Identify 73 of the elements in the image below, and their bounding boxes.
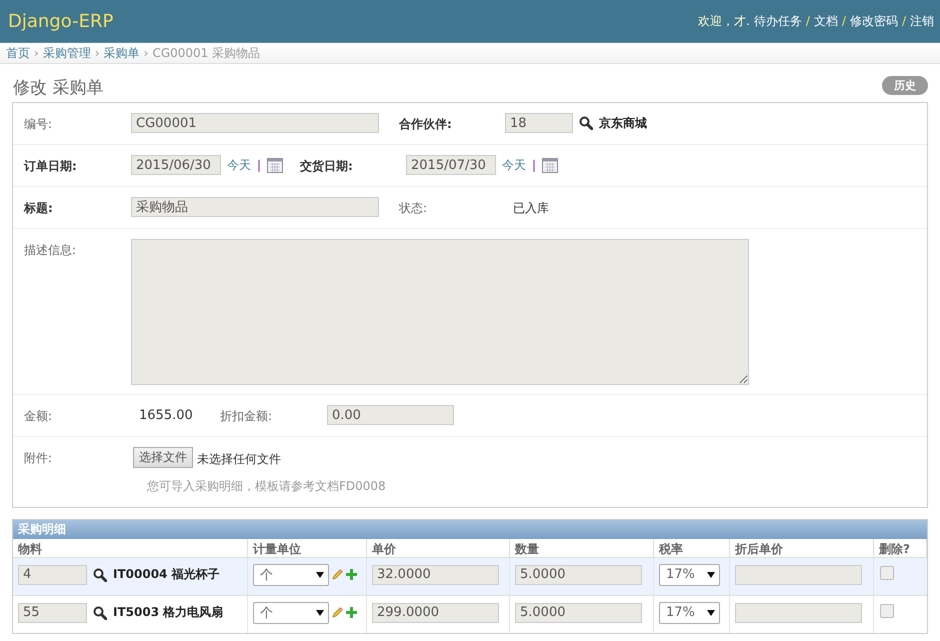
field-label: 标题: <box>24 200 54 217</box>
unit-select[interactable]: 个 <box>253 602 329 624</box>
field-label: 合作伙伴: <box>399 116 453 133</box>
input-field[interactable]: 采购物品 <box>131 197 379 217</box>
calendar-icon[interactable] <box>267 157 284 173</box>
nav-link[interactable]: 文档 <box>814 12 838 30</box>
panel-title: 采购明细 <box>13 520 927 539</box>
tax-select[interactable]: 17% <box>659 564 720 586</box>
separator: / <box>902 14 906 28</box>
field-label: 描述信息: <box>24 242 78 259</box>
unit-select[interactable]: 个 <box>253 564 329 586</box>
input-field[interactable]: 299.0000 <box>372 602 499 622</box>
field-label: 附件: <box>24 450 54 467</box>
search-icon[interactable] <box>93 568 107 582</box>
breadcrumb-current: CG00001 采购物品 <box>152 44 260 62</box>
input-field[interactable]: 18 <box>505 113 573 133</box>
tax-select[interactable]: 17% <box>659 602 720 624</box>
calendar-icon[interactable] <box>542 157 558 173</box>
input-field[interactable]: 2015/06/30 <box>131 155 221 175</box>
delete-checkbox[interactable] <box>880 604 894 618</box>
input-field[interactable] <box>735 602 862 622</box>
input-field[interactable]: 4 <box>18 564 87 584</box>
welcome-text: 欢迎，才. <box>698 12 750 30</box>
search-icon[interactable] <box>579 116 593 130</box>
nav-link[interactable]: 修改密码 <box>850 12 898 30</box>
nav-link[interactable]: 待办任务 <box>754 12 802 30</box>
today-link[interactable]: 今天 <box>502 156 526 174</box>
pencil-icon[interactable] <box>332 569 343 580</box>
plus-icon[interactable] <box>346 569 357 580</box>
breadcrumb-link[interactable]: 采购管理 <box>42 44 91 62</box>
field-label: 状态: <box>399 200 428 217</box>
breadcrumb-separator: › <box>144 46 148 60</box>
delete-checkbox[interactable] <box>880 566 894 580</box>
status-value: 已入库 <box>513 200 549 217</box>
field-label: 折扣金额: <box>220 408 274 425</box>
field-label: 订单日期: <box>24 158 78 175</box>
input-field[interactable]: 2015/07/30 <box>406 155 496 175</box>
page-title: 修改 采购单 <box>13 76 104 98</box>
site-title: Django-ERP <box>8 10 114 32</box>
input-field[interactable]: CG00001 <box>131 113 379 133</box>
field-label: 金额: <box>24 408 54 425</box>
separator: / <box>806 14 810 28</box>
file-status: 未选择任何文件 <box>197 450 281 468</box>
caret-icon <box>707 572 715 578</box>
help-text: 您可导入采购明细，模板请参考文档FD0008 <box>147 478 387 495</box>
breadcrumb-link[interactable]: 采购单 <box>104 44 140 62</box>
caret-icon <box>316 572 324 578</box>
choose-file-button[interactable]: 选择文件 <box>133 447 193 468</box>
breadcrumb-separator: › <box>94 46 100 60</box>
input-field[interactable]: 55 <box>18 602 87 622</box>
input-field[interactable]: 32.0000 <box>372 564 499 584</box>
breadcrumb-separator: › <box>34 46 39 60</box>
pencil-icon[interactable] <box>332 607 343 618</box>
input-field[interactable]: 5.0000 <box>515 564 642 584</box>
material-name: IT5003 格力电风扇 <box>113 604 224 621</box>
material-name: IT00004 福光杯子 <box>113 566 220 583</box>
nav-link[interactable]: 注销 <box>910 12 934 30</box>
separator: | <box>532 158 536 172</box>
input-field[interactable] <box>735 564 862 584</box>
caret-icon <box>316 610 324 616</box>
today-link[interactable]: 今天 <box>227 156 251 174</box>
caret-icon <box>707 610 715 616</box>
separator: | <box>257 158 262 172</box>
field-label: 交货日期: <box>300 158 354 175</box>
plus-icon[interactable] <box>346 607 357 618</box>
input-field[interactable]: 5.0000 <box>515 602 642 622</box>
amount-value: 1655.00 <box>139 407 194 423</box>
input-field[interactable]: 0.00 <box>327 405 454 425</box>
separator: / <box>842 14 846 28</box>
field-label: 编号: <box>24 116 54 133</box>
lookup-value: 京东商城 <box>599 114 647 132</box>
search-icon[interactable] <box>93 606 107 620</box>
breadcrumb-link[interactable]: 首页 <box>6 44 30 62</box>
